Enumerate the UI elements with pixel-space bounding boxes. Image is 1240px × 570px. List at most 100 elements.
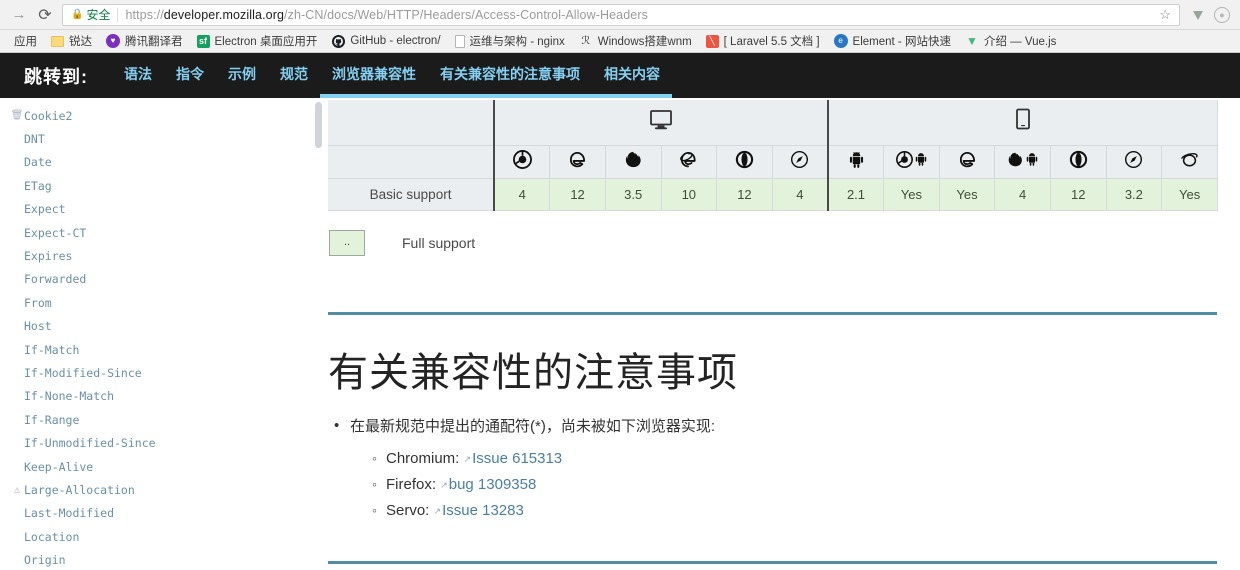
bookmark-wnmp[interactable]: ℛ Windows搭建wnm: [572, 31, 699, 51]
sidebar-item-keep-alive[interactable]: Keep-Alive: [0, 455, 325, 478]
sidebar-item-label: If-Range: [24, 412, 80, 427]
triangle-extension-icon[interactable]: [1186, 3, 1210, 27]
sidebar-item-label: If-None-Match: [24, 389, 115, 404]
edge-icon: [568, 150, 587, 169]
star-icon[interactable]: ☆: [1155, 7, 1175, 23]
opera-icon: [735, 150, 754, 169]
browser-header-row: [328, 144, 1218, 179]
headers-sidebar: 🗑 Cookie2 DNT Date ETag Expect Expect-CT…: [0, 98, 325, 570]
browser-header-edge: [549, 144, 606, 179]
security-indicator[interactable]: 🔒 安全: [71, 7, 119, 22]
sidebar-item-expires[interactable]: Expires: [0, 244, 325, 267]
edge-mobile-icon: [958, 150, 977, 169]
sidebar-item-large-allocation[interactable]: ⚠ Large-Allocation: [0, 478, 325, 501]
support-cell: 10: [660, 177, 718, 211]
bookmark-label: Electron 桌面应用开: [214, 36, 318, 48]
sidebar-item-expect-ct[interactable]: Expect-CT: [0, 221, 325, 244]
issue-link-chromium[interactable]: ↗︎Issue 615313: [464, 450, 563, 467]
bookmark-label: 应用: [14, 36, 37, 48]
bookmark-label: GitHub - electron/: [350, 35, 441, 47]
browser-header-opera-mobile: [1049, 144, 1107, 179]
platform-header-desktop: [493, 100, 829, 146]
subnav-item-spec[interactable]: 规范: [268, 53, 320, 98]
section-divider-top: [328, 311, 1217, 315]
chrome-icon: [512, 149, 532, 169]
sidebar-item-if-modified-since[interactable]: If-Modified-Since: [0, 361, 325, 384]
row-label-basic-support: Basic support: [328, 177, 495, 211]
browser-header-android-webview: [826, 144, 885, 179]
issue-link-firefox[interactable]: ↗︎bug 1309358: [440, 476, 536, 493]
subnav-item-syntax[interactable]: 语法: [112, 53, 164, 98]
issue-links-list: Chromium: ↗︎Issue 615313 Firefox: ↗︎bug …: [350, 446, 1220, 523]
browser-header-samsung-internet: [1161, 144, 1218, 179]
subnav-item-examples[interactable]: 示例: [216, 53, 268, 98]
reload-button[interactable]: ⟳: [32, 2, 58, 28]
issue-link-text: Issue 615313: [472, 450, 563, 467]
browser-header-safari: [771, 144, 829, 179]
subnav-item-directives[interactable]: 指令: [164, 53, 216, 98]
sidebar-item-label: Expect: [24, 202, 66, 217]
forward-button[interactable]: →: [6, 2, 32, 28]
sidebar-item-label: Last-Modified: [24, 506, 115, 521]
sidebar-item-label: Origin: [24, 553, 66, 568]
sidebar-item-label: Expect-CT: [24, 225, 87, 240]
sidebar-item-date[interactable]: Date: [0, 151, 325, 174]
sidebar-item-if-unmodified-since[interactable]: If-Unmodified-Since: [0, 431, 325, 454]
page-body: 🗑 Cookie2 DNT Date ETag Expect Expect-CT…: [0, 98, 1240, 570]
sidebar-item-if-none-match[interactable]: If-None-Match: [0, 385, 325, 408]
sidebar-item-last-modified[interactable]: Last-Modified: [0, 502, 325, 525]
document-icon: [454, 34, 465, 48]
subnav-item-compat-notes[interactable]: 有关兼容性的注意事项: [428, 53, 592, 98]
sidebar-item-label: DNT: [24, 132, 45, 147]
sidebar-item-forwarded[interactable]: Forwarded: [0, 268, 325, 291]
safari-icon: [790, 150, 809, 169]
browser-header-safari-ios: [1105, 144, 1163, 179]
sidebar-item-label: From: [24, 295, 52, 310]
jump-to-subnav: 跳转到: 语法 指令 示例 规范 浏览器兼容性 有关兼容性的注意事项 相关内容: [0, 53, 1240, 98]
sidebar-scrollbar[interactable]: [315, 102, 322, 148]
subnav-title: 跳转到:: [24, 66, 88, 87]
sidebar-item-dnt[interactable]: DNT: [0, 127, 325, 150]
android-icon: [849, 151, 864, 168]
bookmark-laravel[interactable]: ╲ [ Laravel 5.5 文档 ]: [699, 31, 827, 51]
bookmark-element[interactable]: e Element - 网站快速: [827, 31, 958, 51]
bookmark-github[interactable]: GitHub - electron/: [324, 31, 447, 51]
browser-header-chrome-android: [883, 144, 940, 179]
sidebar-item-from[interactable]: From: [0, 291, 325, 314]
support-cell: Yes: [1161, 177, 1218, 211]
article-content: Basic support 4 12 3.5 10 12 4 2.1 Yes Y…: [325, 98, 1240, 570]
sidebar-item-if-range[interactable]: If-Range: [0, 408, 325, 431]
url-path: /zh-CN/docs/Web/HTTP/Headers/Access-Cont…: [284, 7, 648, 22]
sidebar-item-etag[interactable]: ETag: [0, 174, 325, 197]
sidebar-item-if-match[interactable]: If-Match: [0, 338, 325, 361]
safari-ios-icon: [1124, 150, 1143, 169]
bookmark-tencent-translate[interactable]: ♥ 腾讯翻译君: [99, 31, 190, 51]
bookmark-nginx[interactable]: 运维与架构 - nginx: [448, 31, 572, 51]
sidebar-item-origin[interactable]: Origin: [0, 548, 325, 570]
bookmark-apps[interactable]: 应用: [7, 31, 44, 51]
sidebar-item-host[interactable]: Host: [0, 315, 325, 338]
sidebar-item-expect[interactable]: Expect: [0, 198, 325, 221]
list-item: Servo: ↗︎Issue 13283: [372, 498, 1220, 524]
subnav-item-browser-compat[interactable]: 浏览器兼容性: [320, 53, 428, 98]
issue-link-servo[interactable]: ↗︎Issue 13283: [434, 502, 524, 519]
browser-header-internet-explorer: [660, 144, 718, 179]
bookmark-vuejs[interactable]: ▼ 介绍 — Vue.js: [958, 31, 1063, 51]
bookmark-label: [ Laravel 5.5 文档 ]: [723, 36, 820, 48]
support-cell: 12: [716, 177, 773, 211]
table-corner-cell-2: [328, 145, 495, 179]
sidebar-item-location[interactable]: Location: [0, 525, 325, 548]
laravel-icon: ╲: [705, 34, 719, 48]
issue-link-text: bug 1309358: [448, 475, 537, 493]
bookmark-electron-doc[interactable]: sf Electron 桌面应用开: [190, 31, 325, 51]
table-row: Basic support 4 12 3.5 10 12 4 2.1 Yes Y…: [328, 177, 1218, 211]
sidebar-item-cookie2[interactable]: 🗑 Cookie2: [0, 104, 325, 127]
sidebar-item-label: Date: [24, 155, 52, 170]
address-bar[interactable]: 🔒 安全 https://developer.mozilla.org/zh-CN…: [62, 3, 1180, 26]
profile-icon[interactable]: ●: [1210, 3, 1234, 27]
subnav-item-related[interactable]: 相关内容: [592, 53, 672, 98]
external-link-icon: ↗︎: [463, 454, 472, 464]
support-cell: 4: [493, 177, 551, 211]
bookmark-folder[interactable]: 锐达: [44, 31, 99, 51]
note-text: 在最新规范中提出的通配符(*)，尚未被如下浏览器实现:: [350, 417, 715, 435]
